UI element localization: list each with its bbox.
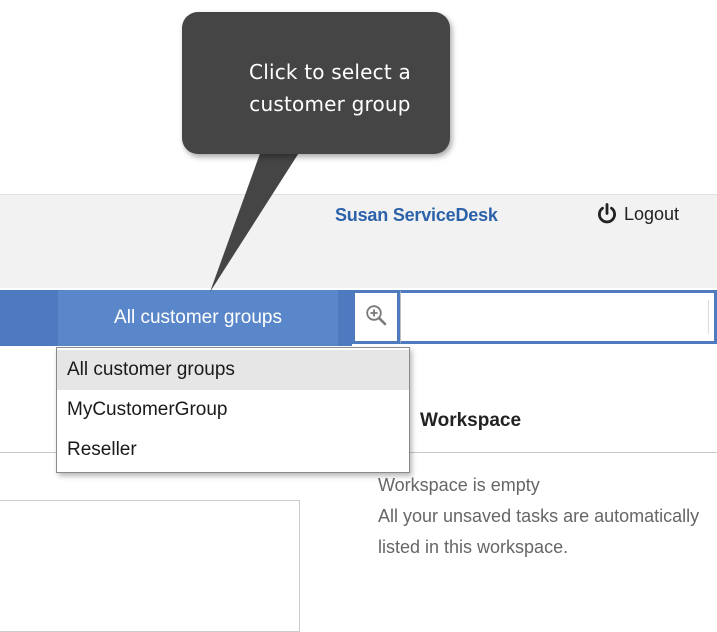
search-button[interactable]: [352, 290, 400, 344]
dropdown-item-all-customer-groups[interactable]: All customer groups: [57, 350, 409, 390]
customer-group-dropdown: All customer groups MyCustomerGroup Rese…: [56, 347, 410, 473]
content-panel: [0, 500, 300, 632]
customer-group-selected-label: All customer groups: [114, 307, 282, 328]
power-icon: [596, 203, 618, 225]
dropdown-item-reseller[interactable]: Reseller: [57, 430, 409, 470]
dropdown-item-mycustomergroup[interactable]: MyCustomerGroup: [57, 390, 409, 430]
workspace-empty-line2: All your unsaved tasks are automatically…: [378, 506, 700, 557]
logout-button[interactable]: Logout: [596, 203, 679, 225]
workspace-empty-line1: Workspace is empty: [378, 475, 540, 495]
zoom-in-icon: [365, 304, 387, 331]
search-input-divider: [708, 300, 709, 334]
logout-label: Logout: [624, 203, 680, 224]
tooltip-callout: Click to select a customer group: [182, 12, 450, 154]
user-name-link[interactable]: Susan ServiceDesk: [335, 205, 498, 226]
workspace-empty-message: Workspace is empty All your unsaved task…: [378, 470, 708, 563]
customer-group-selector[interactable]: All customer groups: [58, 290, 338, 346]
workspace-title: Workspace: [420, 410, 522, 431]
search-input[interactable]: [400, 290, 717, 344]
tooltip-text: Click to select a customer group: [249, 60, 411, 116]
